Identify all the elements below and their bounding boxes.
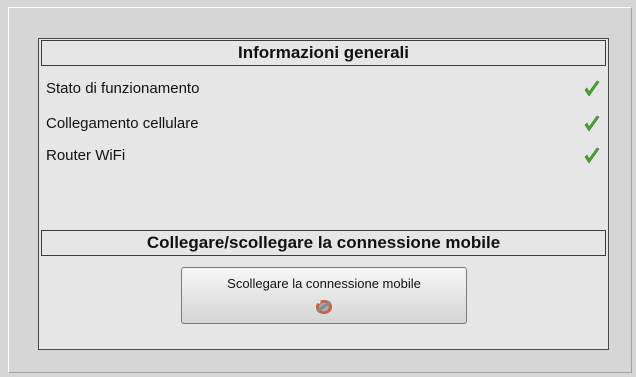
status-panel: Informazioni generali Stato di funzionam… [38, 38, 609, 350]
general-info-header: Informazioni generali [41, 40, 606, 66]
green-check-icon [584, 147, 600, 164]
green-check-icon [584, 80, 600, 97]
disconnect-mobile-button[interactable]: Scollegare la connessione mobile [181, 267, 467, 324]
mobile-connection-header: Collegare/scollegare la connessione mobi… [41, 230, 606, 256]
plug-disconnect-icon [316, 300, 332, 314]
status-label: Collegamento cellulare [46, 115, 199, 132]
status-row-operation: Stato di funzionamento [46, 78, 601, 102]
status-row-wifi-router: Router WiFi [46, 145, 601, 169]
status-row-cellular: Collegamento cellulare [46, 113, 601, 137]
disconnect-button-label: Scollegare la connessione mobile [227, 276, 421, 291]
green-check-icon [584, 115, 600, 132]
status-label: Router WiFi [46, 147, 126, 164]
status-label: Stato di funzionamento [46, 80, 200, 97]
